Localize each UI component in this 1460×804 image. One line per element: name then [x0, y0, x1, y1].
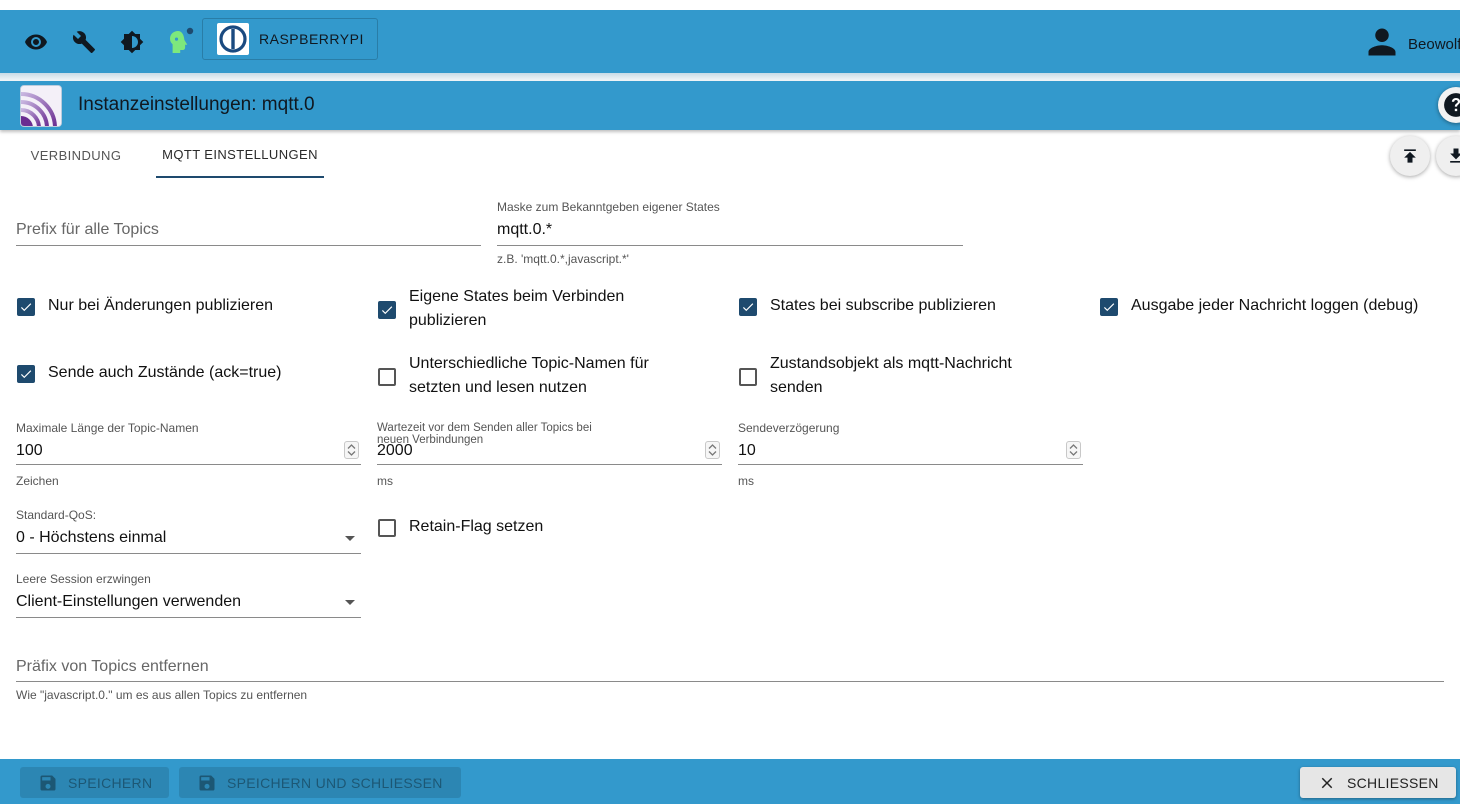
only-changes-checkbox[interactable]: Nur bei Änderungen publizieren	[17, 297, 273, 318]
number-spinner-icon[interactable]	[705, 441, 720, 459]
wait-time-unit: ms	[377, 474, 393, 488]
user-menu[interactable]: Beowolf	[1364, 24, 1460, 65]
toolbar-separator	[0, 73, 1460, 81]
brightness-icon[interactable]	[117, 27, 147, 57]
host-button[interactable]: RASPBERRYPI	[202, 18, 378, 60]
prefix-field[interactable]: Prefix für alle Topics	[16, 200, 481, 246]
tab-mqtt-einstellungen[interactable]: MQTT EINSTELLUNGEN	[156, 132, 324, 178]
upload-settings-button[interactable]	[1390, 136, 1430, 176]
save-icon	[199, 775, 215, 790]
number-spinner-icon[interactable]	[1066, 441, 1081, 459]
checkbox-checked-icon	[739, 298, 757, 316]
send-delay-field[interactable]: Sendeverzögerung 10 ms	[738, 422, 1083, 488]
help-button[interactable]	[1438, 87, 1460, 123]
debug-checkbox[interactable]: Ausgabe jeder Nachricht loggen (debug)	[1100, 297, 1418, 318]
remove-prefix-placeholder: Präfix von Topics entfernen	[16, 658, 209, 675]
clean-session-label: Leere Session erzwingen	[16, 572, 151, 586]
user-name: Beowolf	[1408, 36, 1460, 53]
instance-header: Instanzeinstellungen: mqtt.0	[0, 81, 1460, 130]
wait-time-value: 2000	[377, 442, 413, 459]
checkbox-unchecked-icon	[739, 368, 757, 386]
close-icon	[1321, 777, 1333, 788]
send-delay-value: 10	[738, 442, 756, 459]
checkbox-checked-icon	[17, 365, 35, 383]
subscribe-checkbox[interactable]: States bei subscribe publizieren	[739, 297, 996, 318]
expert-mode-icon[interactable]	[165, 27, 195, 57]
iobroker-logo-icon	[217, 23, 249, 55]
eye-icon[interactable]	[21, 27, 51, 57]
mqtt-adapter-logo-icon	[20, 85, 62, 127]
checkbox-unchecked-icon	[378, 519, 396, 537]
app-toolbar: RASPBERRYPI Beowolf	[0, 10, 1460, 73]
mask-help: z.B. 'mqtt.0.*,javascript.*'	[497, 252, 629, 266]
max-topic-length-field[interactable]: Maximale Länge der Topic-Namen 100 Zeich…	[16, 422, 361, 488]
wait-time-field[interactable]: Wartezeit vor dem Senden aller Topics be…	[377, 422, 722, 488]
send-delay-label: Sendeverzögerung	[738, 421, 840, 435]
checkbox-checked-icon	[378, 301, 396, 319]
window-top-strip	[0, 0, 1460, 10]
dropdown-arrow-icon	[345, 600, 355, 605]
send-delay-unit: ms	[738, 474, 754, 488]
wrench-icon[interactable]	[69, 27, 99, 57]
ack-checkbox[interactable]: Sende auch Zustände (ack=true)	[17, 364, 281, 385]
dropdown-arrow-icon	[345, 536, 355, 541]
host-label: RASPBERRYPI	[259, 31, 364, 47]
number-spinner-icon[interactable]	[344, 441, 359, 459]
save-and-close-button[interactable]: SPEICHERN UND SCHLIESSEN	[179, 767, 461, 798]
remove-prefix-field[interactable]: Präfix von Topics entfernen Wie "javascr…	[16, 656, 1444, 704]
checkbox-checked-icon	[1100, 298, 1118, 316]
bottom-action-bar: SPEICHERN SPEICHERN UND SCHLIESSEN SCHLI…	[0, 759, 1460, 804]
account-icon	[1364, 24, 1400, 65]
qos-select[interactable]: Standard-QoS: 0 - Höchstens einmal	[16, 508, 361, 554]
upload-icon	[1404, 149, 1416, 163]
close-button[interactable]: SCHLIESSEN	[1300, 767, 1456, 798]
qos-value: 0 - Höchstens einmal	[16, 529, 167, 546]
page-title: Instanzeinstellungen: mqtt.0	[78, 94, 315, 115]
remove-prefix-help: Wie "javascript.0." um es aus allen Topi…	[16, 688, 308, 702]
save-button[interactable]: SPEICHERN	[20, 767, 169, 798]
qos-label: Standard-QoS:	[16, 508, 97, 522]
tab-verbindung[interactable]: VERBINDUNG	[16, 132, 136, 178]
clean-session-select[interactable]: Leere Session erzwingen Client-Einstellu…	[16, 573, 361, 619]
download-icon	[1450, 148, 1460, 163]
different-topics-checkbox[interactable]: Unterschiedliche Topic-Namen für setzten …	[378, 355, 649, 400]
download-settings-button[interactable]	[1436, 136, 1460, 176]
prefix-placeholder: Prefix für alle Topics	[16, 221, 159, 238]
checkbox-checked-icon	[17, 298, 35, 316]
checkbox-unchecked-icon	[378, 368, 396, 386]
max-topic-length-value: 100	[16, 442, 43, 459]
state-object-checkbox[interactable]: Zustandsobjekt als mqtt-Nachricht senden	[739, 355, 1012, 400]
retain-checkbox[interactable]: Retain-Flag setzen	[378, 518, 543, 539]
clean-session-value: Client-Einstellungen verwenden	[16, 593, 242, 610]
mask-field[interactable]: Maske zum Bekanntgeben eigener States mq…	[497, 200, 963, 268]
save-icon	[40, 775, 56, 790]
mask-value: mqtt.0.*	[497, 221, 553, 238]
max-topic-length-unit: Zeichen	[16, 474, 59, 488]
own-states-checkbox[interactable]: Eigene States beim Verbinden publizieren	[378, 288, 624, 333]
mask-label: Maske zum Bekanntgeben eigener States	[497, 200, 720, 214]
max-topic-length-label: Maximale Länge der Topic-Namen	[16, 421, 199, 435]
